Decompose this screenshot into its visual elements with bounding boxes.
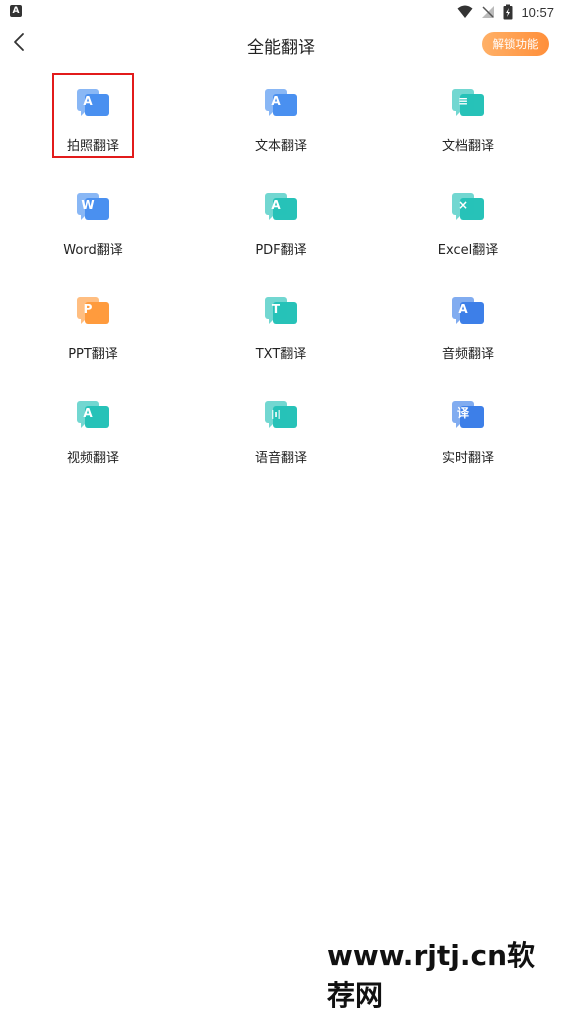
svg-text:A: A <box>271 94 281 108</box>
svg-text:|ı|: |ı| <box>271 410 281 420</box>
svg-text:W: W <box>81 198 94 212</box>
feature-item-10[interactable]: A 视频翻译 <box>23 384 163 474</box>
wifi-icon <box>457 5 473 18</box>
feature-label: TXT翻译 <box>255 347 307 362</box>
svg-text:A: A <box>458 302 468 316</box>
feature-item-11[interactable]: |ı| 语音翻译 <box>211 384 351 474</box>
video-translate-icon: A <box>77 401 109 428</box>
feature-item-2[interactable]: A 文本翻译 <box>211 72 351 162</box>
text-translate-icon: A <box>265 89 297 116</box>
feature-label: 实时翻译 <box>441 451 494 466</box>
feature-label: PPT翻译 <box>68 347 118 362</box>
svg-text:T: T <box>272 302 281 316</box>
txt-translate-icon: T <box>265 297 297 324</box>
unlock-features-button[interactable]: 解锁功能 <box>482 32 549 56</box>
feature-item-5[interactable]: A PDF翻译 <box>211 176 351 266</box>
no-signal-icon <box>482 6 495 18</box>
svg-text:≡: ≡ <box>458 94 468 108</box>
feature-item-9[interactable]: A 音频翻译 <box>398 280 538 370</box>
top-bar: 全能翻译 解锁功能 <box>0 24 562 64</box>
svg-text:A: A <box>83 406 93 420</box>
status-icons: 10:57 <box>457 3 554 21</box>
feature-item-6[interactable]: × Excel翻译 <box>398 176 538 266</box>
watermark: www.rjtj.cn软荐网 <box>327 939 536 1012</box>
voice-translate-icon: |ı| <box>265 401 297 428</box>
document-translate-icon: ≡ <box>452 89 484 116</box>
pdf-translate-icon: A <box>265 193 297 220</box>
app-notification-icon: A <box>10 5 22 17</box>
svg-text:译: 译 <box>457 406 470 420</box>
clock: 10:57 <box>521 4 554 20</box>
feature-item-12[interactable]: 译实时翻译 <box>398 384 538 474</box>
audio-translate-icon: A <box>452 297 484 324</box>
feature-label: 音频翻译 <box>441 347 494 362</box>
feature-label: 语音翻译 <box>254 451 307 466</box>
selection-highlight <box>52 73 134 158</box>
feature-label: 视频翻译 <box>66 451 119 466</box>
feature-label: 文档翻译 <box>441 139 494 154</box>
svg-text:P: P <box>84 302 93 316</box>
feature-label: Excel翻译 <box>437 243 499 258</box>
svg-text:A: A <box>271 198 281 212</box>
battery-charging-icon <box>503 4 513 20</box>
excel-translate-icon: × <box>452 193 484 220</box>
feature-item-3[interactable]: ≡ 文档翻译 <box>398 72 538 162</box>
ppt-translate-icon: P <box>77 297 109 324</box>
page-title: 全能翻译 <box>247 38 315 58</box>
feature-label: PDF翻译 <box>255 243 307 258</box>
realtime-translate-icon: 译 <box>452 401 484 428</box>
word-translate-icon: W <box>77 193 109 220</box>
feature-label: Word翻译 <box>63 243 123 258</box>
svg-text:×: × <box>458 198 468 212</box>
feature-item-7[interactable]: P PPT翻译 <box>23 280 163 370</box>
feature-label: 文本翻译 <box>254 139 307 154</box>
feature-item-4[interactable]: W Word翻译 <box>23 176 163 266</box>
feature-item-8[interactable]: T TXT翻译 <box>211 280 351 370</box>
status-bar: A 10:57 <box>0 0 562 24</box>
